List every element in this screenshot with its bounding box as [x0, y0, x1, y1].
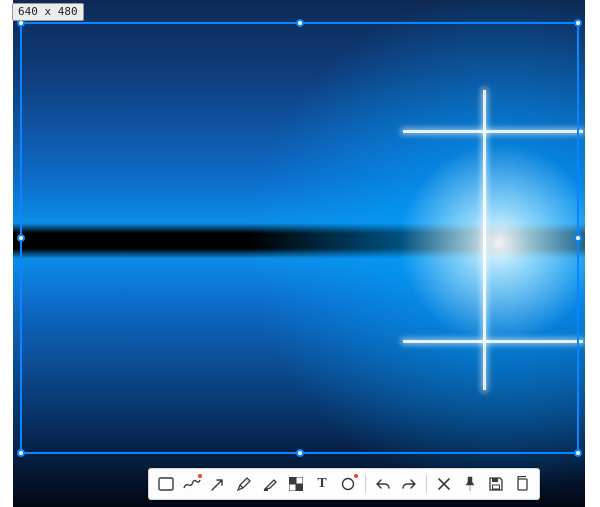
light-streak [483, 90, 486, 390]
light-streak [403, 340, 583, 343]
wallpaper [13, 0, 585, 507]
captured-desktop [13, 0, 585, 507]
redo-icon [401, 477, 417, 491]
save-button[interactable] [483, 471, 509, 497]
pencil-icon [236, 476, 252, 492]
separator [365, 475, 366, 493]
screenshot-editor: 640 x 480 [0, 0, 600, 507]
resize-handle-bottom-middle[interactable] [296, 449, 304, 457]
copy-button[interactable] [509, 471, 535, 497]
resize-handle-top-right[interactable] [574, 19, 582, 27]
resize-handle-bottom-left[interactable] [17, 449, 25, 457]
rectangle-icon [158, 477, 174, 491]
save-icon [489, 477, 503, 491]
counter-icon [341, 477, 355, 491]
undo-icon [375, 477, 391, 491]
highlighter-tool-button[interactable] [257, 471, 283, 497]
redo-button[interactable] [396, 471, 422, 497]
resize-handle-middle-left[interactable] [17, 234, 25, 242]
selection-size-label: 640 x 480 [12, 3, 84, 21]
resize-handle-middle-right[interactable] [574, 234, 582, 242]
resize-handle-bottom-right[interactable] [574, 449, 582, 457]
separator [426, 475, 427, 493]
arrow-tool-button[interactable] [205, 471, 231, 497]
freehand-icon [183, 477, 201, 491]
pin-icon [463, 476, 477, 492]
pin-button[interactable] [457, 471, 483, 497]
mosaic-tool-button[interactable] [283, 471, 309, 497]
rectangle-tool-button[interactable] [153, 471, 179, 497]
copy-icon [515, 476, 529, 492]
text-tool-button[interactable]: T [309, 471, 335, 497]
text-icon: T [317, 476, 326, 492]
light-streak [403, 130, 583, 133]
annotation-toolbar: T [148, 468, 540, 500]
mosaic-icon [289, 477, 303, 491]
arrow-icon [210, 476, 226, 492]
counter-tool-button[interactable] [335, 471, 361, 497]
pencil-tool-button[interactable] [231, 471, 257, 497]
close-icon [438, 478, 450, 490]
resize-handle-top-middle[interactable] [296, 19, 304, 27]
highlighter-icon [262, 476, 278, 492]
close-button[interactable] [431, 471, 457, 497]
freehand-tool-button[interactable] [179, 471, 205, 497]
undo-button[interactable] [370, 471, 396, 497]
